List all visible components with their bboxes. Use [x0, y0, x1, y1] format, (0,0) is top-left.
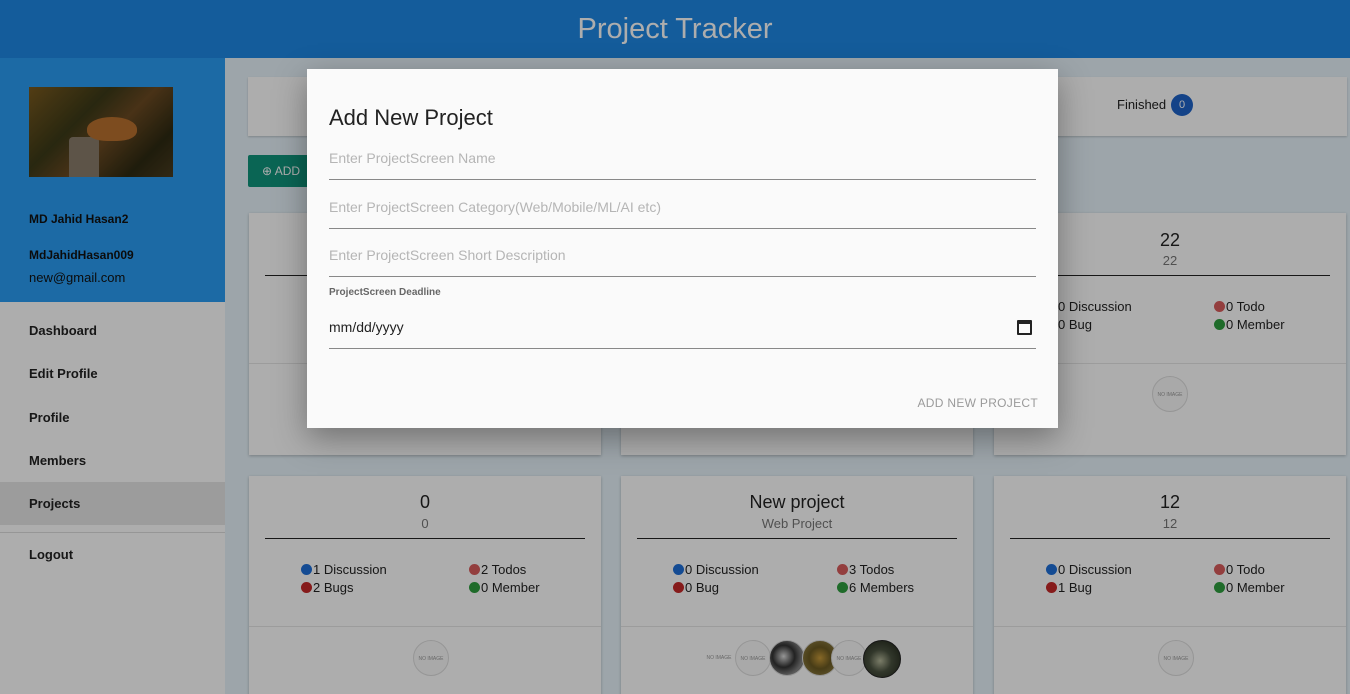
- project-name-placeholder: Enter ProjectScreen Name: [329, 150, 496, 166]
- deadline-value: mm/dd/yyyy: [329, 319, 404, 335]
- dialog-title: Add New Project: [329, 105, 493, 130]
- add-new-project-button[interactable]: ADD NEW PROJECT: [917, 396, 1038, 410]
- project-description-placeholder: Enter ProjectScreen Short Description: [329, 247, 566, 263]
- project-category-input[interactable]: Enter ProjectScreen Category(Web/Mobile/…: [329, 189, 1036, 229]
- deadline-date-input[interactable]: mm/dd/yyyy: [329, 307, 1036, 349]
- project-category-placeholder: Enter ProjectScreen Category(Web/Mobile/…: [329, 199, 661, 215]
- project-name-input[interactable]: Enter ProjectScreen Name: [329, 140, 1036, 180]
- deadline-label: ProjectScreen Deadline: [329, 287, 441, 298]
- project-description-input[interactable]: Enter ProjectScreen Short Description: [329, 237, 1036, 277]
- add-project-dialog: Add New Project Enter ProjectScreen Name…: [307, 69, 1058, 428]
- calendar-icon[interactable]: [1017, 320, 1032, 335]
